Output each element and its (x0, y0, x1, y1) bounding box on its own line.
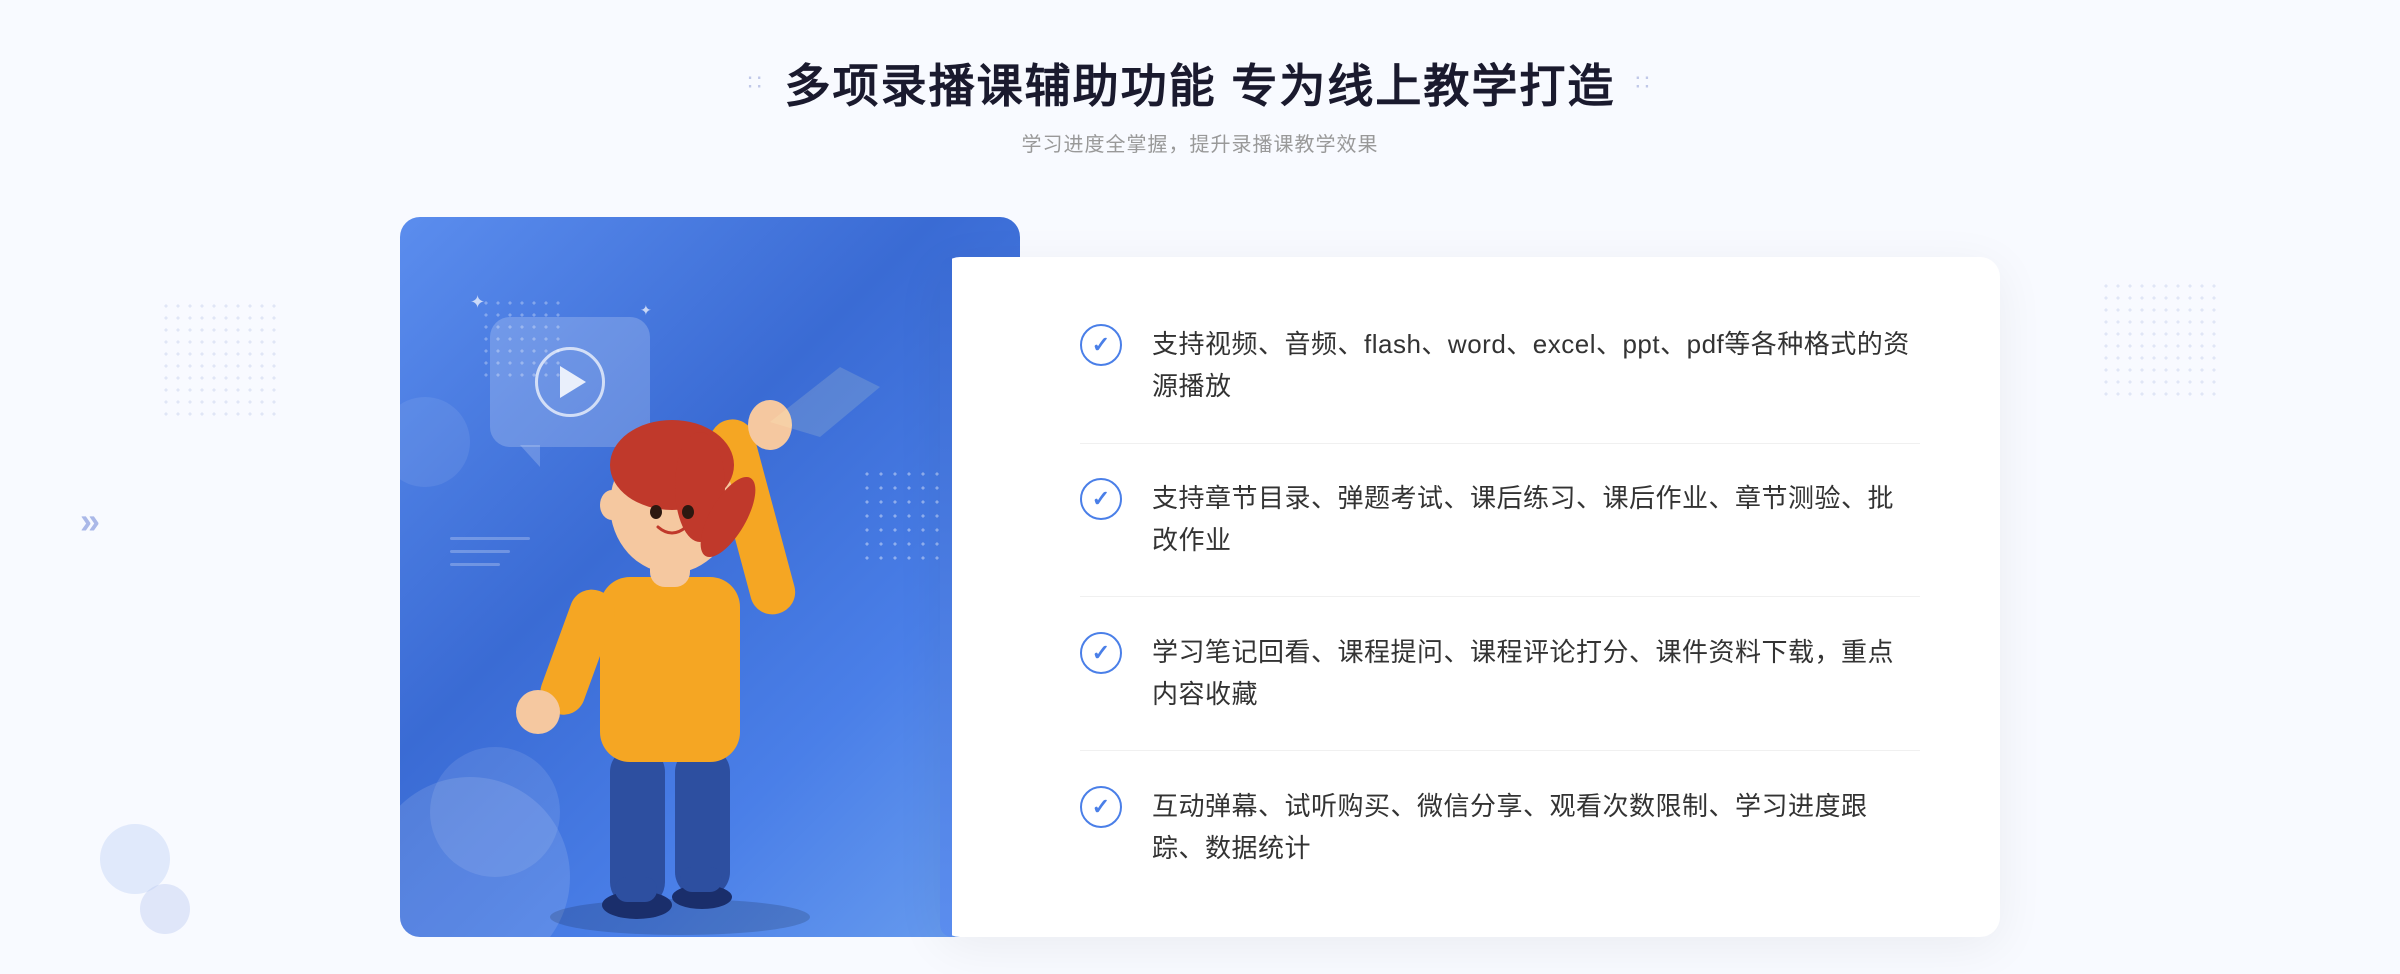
sparkle-icon-2: ✦ (640, 302, 652, 319)
feature-item-3: ✓ 学习笔记回看、课程提问、课程评论打分、课件资料下载，重点内容收藏 (1080, 632, 1920, 715)
check-icon-2: ✓ (1092, 488, 1110, 510)
sparkle-icon-1: ✦ (470, 292, 485, 313)
page-title: 多项录播课辅助功能 专为线上教学打造 (785, 50, 1616, 116)
check-icon-3: ✓ (1092, 642, 1110, 664)
check-circle-4: ✓ (1080, 786, 1122, 828)
divider-2 (1080, 596, 1920, 597)
side-stripe (940, 257, 952, 937)
check-icon-1: ✓ (1092, 334, 1110, 356)
check-circle-3: ✓ (1080, 632, 1122, 674)
divider-1 (1080, 443, 1920, 444)
illustration-panel: ✦ ✦ (400, 217, 1020, 937)
feature-text-4: 互动弹幕、试听购买、微信分享、观看次数限制、学习进度跟踪、数据统计 (1152, 786, 1920, 869)
check-circle-2: ✓ (1080, 478, 1122, 520)
main-content: ✦ ✦ (400, 197, 2000, 957)
feature-item-1: ✓ 支持视频、音频、flash、word、excel、ppt、pdf等各种格式的… (1080, 324, 1920, 407)
divider-3 (1080, 750, 1920, 751)
feature-item-4: ✓ 互动弹幕、试听购买、微信分享、观看次数限制、学习进度跟踪、数据统计 (1080, 786, 1920, 869)
content-panel: ✓ 支持视频、音频、flash、word、excel、ppt、pdf等各种格式的… (940, 257, 2000, 937)
deco-circle-2 (140, 884, 190, 934)
dots-decoration-left (160, 300, 280, 420)
arrow-left-icon: » (80, 500, 100, 542)
dots-icon-right: ∷ (1635, 70, 1652, 96)
feature-text-1: 支持视频、音频、flash、word、excel、ppt、pdf等各种格式的资源… (1152, 324, 1920, 407)
check-icon-4: ✓ (1092, 796, 1110, 818)
title-row: ∷ 多项录播课辅助功能 专为线上教学打造 ∷ (748, 50, 1653, 116)
page-subtitle: 学习进度全掌握，提升录播课教学效果 (748, 128, 1653, 157)
dots-icon-left: ∷ (748, 70, 765, 96)
page-container: » ∷ 多项录播课辅助功能 专为线上教学打造 ∷ 学习进度全掌握，提升录播课教学… (0, 0, 2400, 974)
feature-item-2: ✓ 支持章节目录、弹题考试、课后练习、课后作业、章节测验、批改作业 (1080, 478, 1920, 561)
feature-text-2: 支持章节目录、弹题考试、课后练习、课后作业、章节测验、批改作业 (1152, 478, 1920, 561)
page-header: ∷ 多项录播课辅助功能 专为线上教学打造 ∷ 学习进度全掌握，提升录播课教学效果 (748, 50, 1653, 157)
check-circle-1: ✓ (1080, 324, 1122, 366)
feature-text-3: 学习笔记回看、课程提问、课程评论打分、课件资料下载，重点内容收藏 (1152, 632, 1920, 715)
dots-decoration-right (2100, 280, 2220, 400)
figure-illustration (460, 357, 960, 937)
